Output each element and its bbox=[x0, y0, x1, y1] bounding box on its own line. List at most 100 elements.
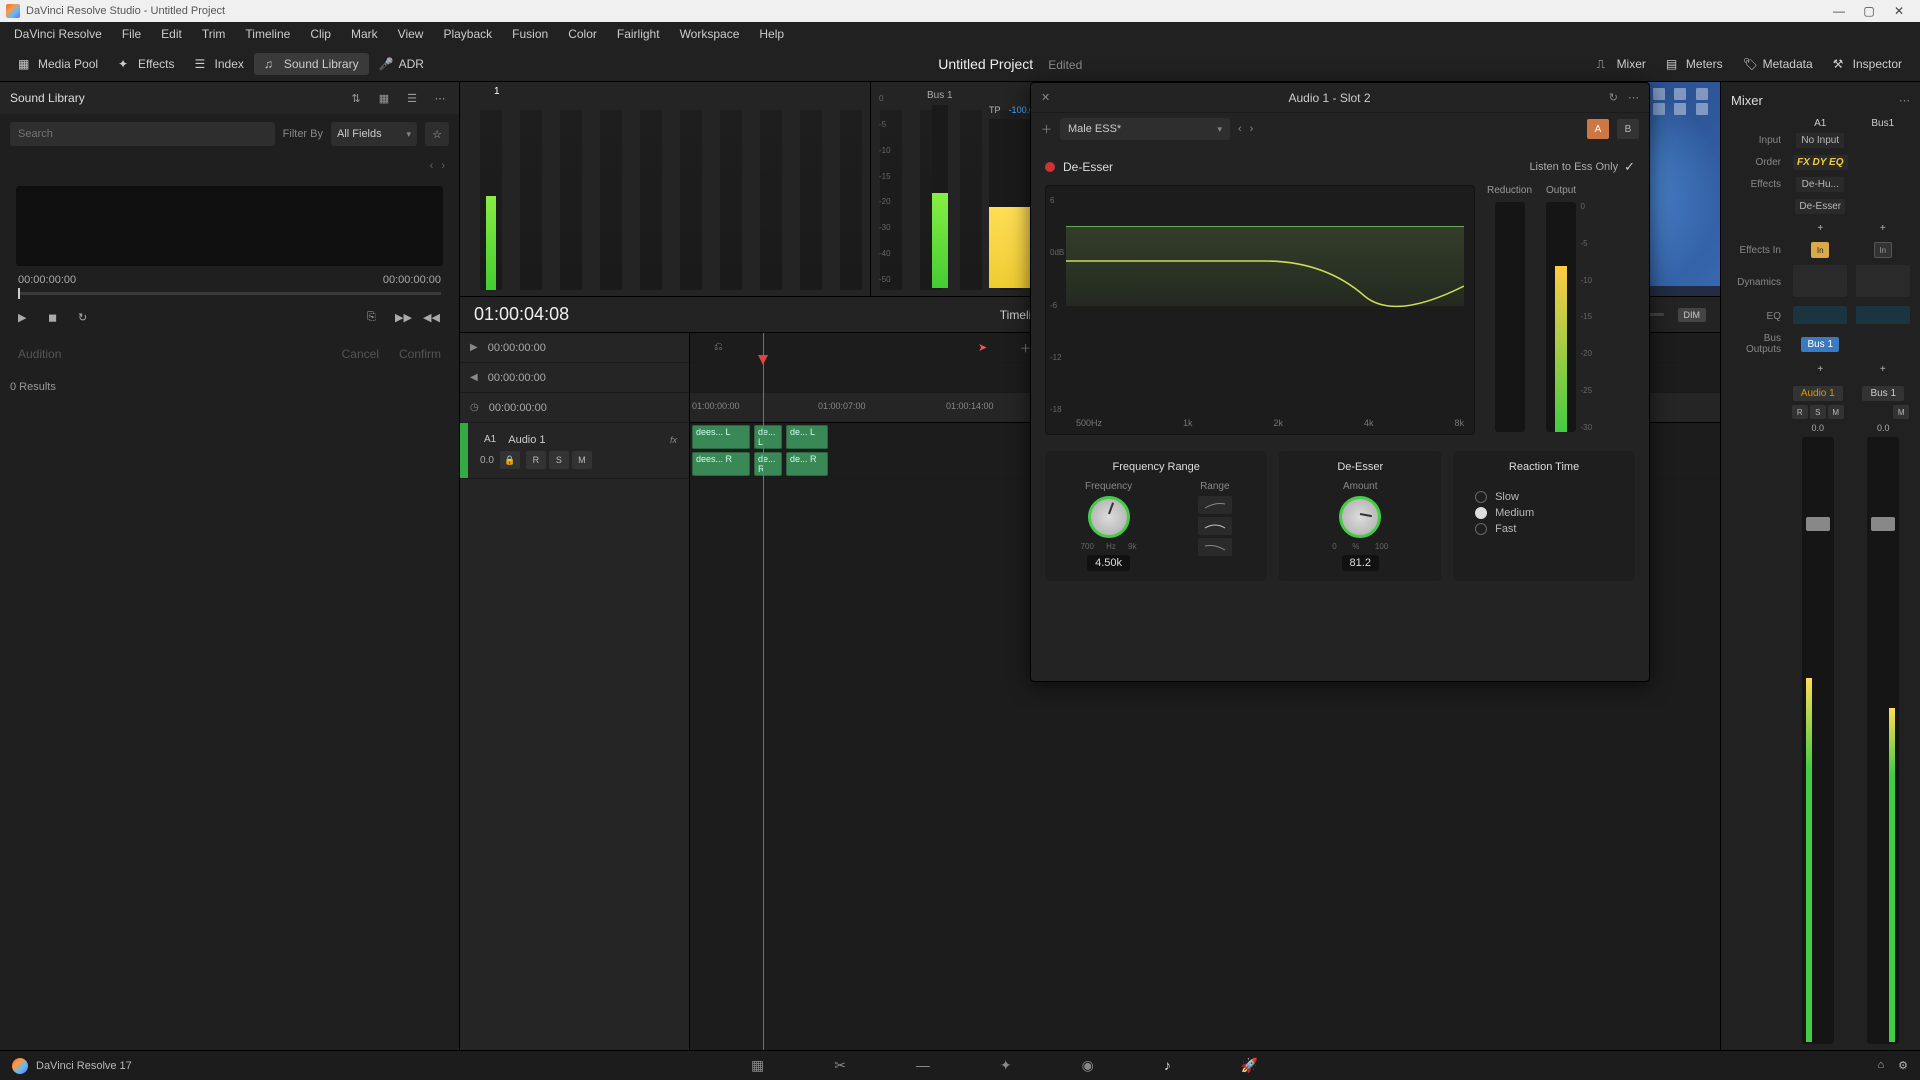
cut-page-button[interactable]: ✂ bbox=[834, 1057, 846, 1074]
playhead[interactable] bbox=[763, 333, 764, 1050]
audio-clip[interactable]: dees... R bbox=[692, 452, 750, 476]
menu-fairlight[interactable]: Fairlight bbox=[607, 23, 670, 45]
audio-clip[interactable]: de... R bbox=[754, 452, 782, 476]
more-icon[interactable]: ⋯ bbox=[431, 89, 449, 107]
meters-toggle[interactable]: ▤Meters bbox=[1656, 53, 1733, 75]
play-button[interactable]: ▶ bbox=[18, 311, 36, 329]
fader-bus1-slider[interactable] bbox=[1867, 437, 1899, 1044]
menu-file[interactable]: File bbox=[112, 23, 151, 45]
media-pool-button[interactable]: ▦Media Pool bbox=[8, 53, 108, 75]
menu-fusion[interactable]: Fusion bbox=[502, 23, 558, 45]
fairlight-page-button[interactable]: ♪ bbox=[1164, 1057, 1171, 1074]
bypass-indicator[interactable] bbox=[1045, 162, 1055, 172]
amount-knob[interactable] bbox=[1339, 496, 1381, 538]
index-button[interactable]: ☰Index bbox=[185, 53, 254, 75]
minimize-button[interactable]: — bbox=[1824, 4, 1854, 18]
menu-help[interactable]: Help bbox=[749, 23, 794, 45]
confirm-button[interactable]: Confirm bbox=[399, 347, 441, 361]
track-fx-indicator[interactable]: fx bbox=[670, 435, 677, 445]
audio-clip[interactable]: de... L bbox=[754, 425, 782, 449]
preview-scrubber[interactable] bbox=[18, 292, 441, 295]
filter-select[interactable]: All Fields▾ bbox=[331, 122, 417, 146]
effects-button[interactable]: ✦Effects bbox=[108, 53, 184, 75]
record-arm-button[interactable]: R bbox=[526, 451, 546, 469]
solo-button[interactable]: S bbox=[549, 451, 569, 469]
audio-clip[interactable]: de... L bbox=[786, 425, 828, 449]
sort-icon[interactable]: ⇅ bbox=[347, 89, 365, 107]
amount-value[interactable]: 81.2 bbox=[1342, 555, 1379, 571]
effect-slot-2[interactable]: De-Esser bbox=[1795, 199, 1845, 214]
eq-a1[interactable] bbox=[1793, 306, 1847, 324]
reaction-slow-radio[interactable]: Slow bbox=[1475, 489, 1613, 505]
prev-preset-icon[interactable]: ‹ bbox=[1238, 123, 1242, 135]
compare-a-button[interactable]: A bbox=[1587, 119, 1609, 139]
listen-ess-checkbox[interactable]: ✓ bbox=[1624, 159, 1635, 175]
plugin-reset-icon[interactable]: ↻ bbox=[1609, 91, 1618, 104]
mixer-more-icon[interactable]: ⋯ bbox=[1899, 94, 1910, 107]
range-shape-high[interactable] bbox=[1198, 496, 1232, 514]
menu-davinci[interactable]: DaVinci Resolve bbox=[4, 23, 112, 45]
close-button[interactable]: ✕ bbox=[1884, 4, 1914, 18]
favorite-filter-button[interactable]: ☆ bbox=[425, 122, 449, 146]
audition-button[interactable]: Audition bbox=[18, 347, 61, 361]
menu-workspace[interactable]: Workspace bbox=[670, 23, 750, 45]
inspector-toggle[interactable]: ⚒Inspector bbox=[1823, 53, 1912, 75]
input-select[interactable]: No Input bbox=[1796, 133, 1844, 148]
track-name[interactable]: Audio 1 bbox=[508, 434, 545, 446]
meter-track-1[interactable]: 1 bbox=[494, 86, 500, 104]
insert-icon[interactable]: ⎘ bbox=[367, 311, 385, 329]
fx-order[interactable]: FX DY EQ bbox=[1793, 155, 1848, 170]
frequency-knob[interactable] bbox=[1088, 496, 1130, 538]
plugin-close-button[interactable]: ✕ bbox=[1041, 91, 1050, 104]
add-preset-icon[interactable]: ＋ bbox=[1041, 121, 1052, 137]
fusion-page-button[interactable]: ✦ bbox=[1000, 1057, 1012, 1074]
list-view-icon[interactable]: ☰ bbox=[403, 89, 421, 107]
menu-color[interactable]: Color bbox=[558, 23, 607, 45]
fader-a1-slider[interactable] bbox=[1802, 437, 1834, 1044]
mixer-toggle[interactable]: ⎍Mixer bbox=[1587, 53, 1656, 75]
maximize-button[interactable]: ▢ bbox=[1854, 4, 1884, 18]
next-preset-icon[interactable]: › bbox=[1250, 123, 1254, 135]
plugin-more-icon[interactable]: ⋯ bbox=[1628, 91, 1639, 104]
effects-in-bus[interactable]: In bbox=[1874, 242, 1892, 258]
preset-select[interactable]: Male ESS*▾ bbox=[1060, 118, 1230, 140]
prev-icon[interactable]: ‹ bbox=[430, 160, 434, 172]
reaction-medium-radio[interactable]: Medium bbox=[1475, 505, 1613, 521]
mute-button[interactable]: M bbox=[572, 451, 592, 469]
dim-button[interactable]: DIM bbox=[1678, 308, 1707, 322]
menu-clip[interactable]: Clip bbox=[300, 23, 341, 45]
snap-icon[interactable]: ⎌ bbox=[714, 341, 723, 354]
adr-button[interactable]: 🎤ADR bbox=[369, 53, 434, 75]
range-shape-mid[interactable] bbox=[1198, 517, 1232, 535]
audio-clip[interactable]: dees... L bbox=[692, 425, 750, 449]
menu-edit[interactable]: Edit bbox=[151, 23, 192, 45]
reaction-fast-radio[interactable]: Fast bbox=[1475, 521, 1613, 537]
menu-trim[interactable]: Trim bbox=[192, 23, 236, 45]
frequency-value[interactable]: 4.50k bbox=[1087, 555, 1130, 571]
sound-library-button[interactable]: ♫Sound Library bbox=[254, 53, 369, 75]
effects-in-a1[interactable]: In bbox=[1811, 242, 1829, 258]
cancel-button[interactable]: Cancel bbox=[342, 347, 379, 361]
search-input[interactable] bbox=[10, 122, 275, 146]
menu-mark[interactable]: Mark bbox=[341, 23, 388, 45]
dynamics-bus[interactable] bbox=[1856, 265, 1910, 297]
stop-button[interactable]: ◼ bbox=[48, 311, 66, 329]
settings-icon[interactable]: ⚙ bbox=[1898, 1059, 1908, 1072]
prev-clip-icon[interactable]: ◀◀ bbox=[423, 311, 441, 329]
track-id[interactable]: A1 bbox=[480, 432, 500, 447]
audio-clip[interactable]: de... R bbox=[786, 452, 828, 476]
media-page-button[interactable]: ▦ bbox=[751, 1057, 764, 1074]
loop-button[interactable]: ↻ bbox=[78, 311, 96, 329]
dynamics-a1[interactable] bbox=[1793, 265, 1847, 297]
pointer-tool-icon[interactable]: ➤ bbox=[978, 341, 987, 354]
menu-timeline[interactable]: Timeline bbox=[235, 23, 300, 45]
deliver-page-button[interactable]: 🚀 bbox=[1241, 1057, 1258, 1074]
home-icon[interactable]: ⌂ bbox=[1877, 1059, 1884, 1072]
menu-view[interactable]: View bbox=[388, 23, 434, 45]
next-clip-icon[interactable]: ▶▶ bbox=[395, 311, 413, 329]
effect-slot-1[interactable]: De-Hu... bbox=[1796, 177, 1844, 192]
color-page-button[interactable]: ◉ bbox=[1082, 1057, 1094, 1074]
compare-b-button[interactable]: B bbox=[1617, 119, 1639, 139]
grid-view-icon[interactable]: ▦ bbox=[375, 89, 393, 107]
lock-icon[interactable]: 🔒 bbox=[500, 451, 520, 469]
